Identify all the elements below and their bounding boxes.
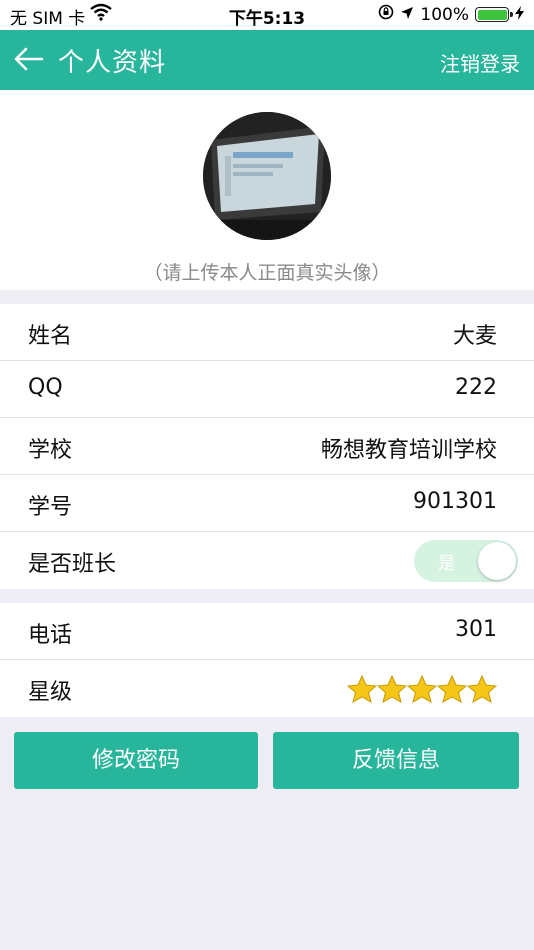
class-monitor-row: 是否班长 是 (0, 532, 534, 589)
row-value: 大麦 (452, 324, 497, 349)
row-label: 学校 (28, 438, 73, 463)
qq-row: QQ 222 (0, 361, 534, 418)
location-icon (400, 5, 414, 25)
toggle-text: 是 (438, 554, 455, 574)
contact-list: 电话 301 星级 (0, 603, 534, 717)
row-value: 222 (455, 375, 497, 400)
status-right: 100% (378, 4, 524, 25)
star-icon (347, 675, 377, 703)
row-label: QQ (28, 375, 63, 400)
row-label: 星级 (28, 680, 73, 705)
row-label: 学号 (28, 495, 73, 520)
star-icon (377, 675, 407, 703)
feedback-button[interactable]: 反馈信息 (273, 732, 519, 789)
star-icon (467, 675, 497, 703)
change-password-button[interactable]: 修改密码 (14, 732, 258, 789)
back-arrow-icon[interactable] (12, 42, 46, 76)
battery-percent: 100% (420, 4, 469, 25)
avatar-section: （请上传本人正面真实头像） (0, 90, 534, 290)
star-level-row: 星级 (0, 660, 534, 717)
school-row: 学校 畅想教育培训学校 (0, 418, 534, 475)
row-label: 电话 (28, 623, 73, 648)
charging-icon (515, 5, 524, 25)
row-value: 畅想教育培训学校 (320, 438, 497, 463)
status-bar: 无 SIM 卡 下午5:13 100% (0, 0, 534, 30)
profile-list: 姓名 大麦 QQ 222 学校 畅想教育培训学校 学号 901301 是否班长 … (0, 304, 534, 589)
student-id-row: 学号 901301 (0, 475, 534, 532)
row-value: 301 (455, 617, 497, 642)
logout-button[interactable]: 注销登录 (440, 48, 520, 77)
name-row: 姓名 大麦 (0, 304, 534, 361)
row-value: 901301 (413, 489, 497, 514)
row-label: 姓名 (28, 324, 73, 349)
orientation-lock-icon (378, 4, 394, 25)
star-icon (407, 675, 437, 703)
nav-bar: 个人资料 注销登录 (0, 30, 534, 90)
star-icon (437, 675, 467, 703)
star-rating (347, 675, 497, 703)
row-label: 是否班长 (28, 552, 117, 577)
battery-icon (475, 7, 513, 22)
phone-row: 电话 301 (0, 603, 534, 660)
toggle-knob (478, 542, 516, 580)
class-monitor-toggle[interactable]: 是 (414, 540, 518, 582)
avatar-hint: （请上传本人正面真实头像） (143, 262, 391, 284)
page-title: 个人资料 (58, 48, 167, 78)
avatar[interactable] (203, 112, 331, 240)
